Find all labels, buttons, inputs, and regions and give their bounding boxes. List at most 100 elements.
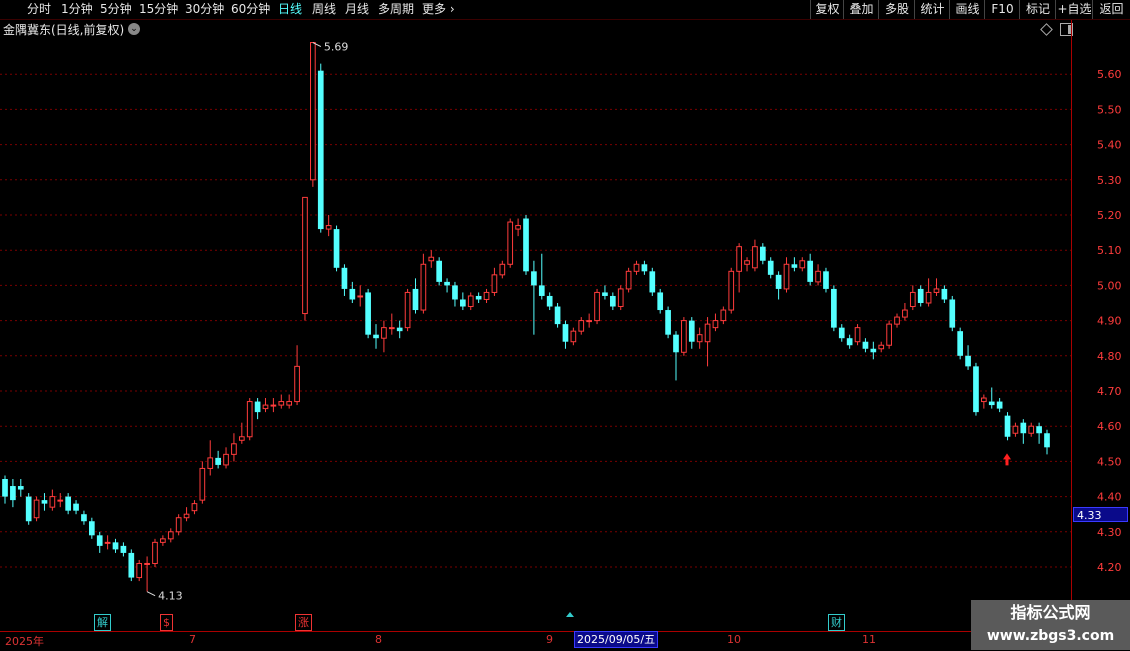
- buy-signal-arrow-icon: [1003, 453, 1011, 466]
- period-tab[interactable]: 分时: [27, 1, 51, 18]
- candle-body: [112, 542, 119, 550]
- candle-body: [507, 221, 514, 265]
- toolbar-button[interactable]: 叠加: [843, 0, 879, 19]
- candle-body: [838, 327, 845, 339]
- period-tab[interactable]: 15分钟: [139, 1, 178, 18]
- candle-body: [973, 366, 979, 413]
- period-tab[interactable]: 1分钟: [61, 1, 93, 18]
- y-tick-label: 4.60: [1097, 420, 1122, 433]
- event-marker[interactable]: 涨: [295, 614, 312, 631]
- candle-body: [317, 70, 324, 230]
- candle-body: [499, 263, 506, 276]
- candle-body: [917, 288, 924, 303]
- event-marker[interactable]: $: [160, 614, 173, 631]
- candle-body: [965, 355, 971, 367]
- candle-body: [333, 229, 340, 268]
- candle-body: [10, 486, 16, 501]
- year-label: 2025年: [5, 635, 44, 648]
- high-annotation: 5.69: [324, 41, 349, 54]
- candle-body: [231, 443, 237, 455]
- cursor-marker-icon: [566, 612, 574, 617]
- candle-body: [310, 42, 316, 181]
- candle-body: [949, 299, 956, 328]
- toolbar-button[interactable]: 多股: [878, 0, 915, 19]
- candle-body: [33, 499, 40, 519]
- candle-body: [546, 295, 553, 307]
- candle-body: [81, 514, 87, 522]
- candle-body: [870, 348, 877, 353]
- period-tab[interactable]: 30分钟: [185, 1, 224, 18]
- period-toolbar: 分时 1分钟 5分钟 15分钟 30分钟 60分钟 日线 周线 月线 多周期 更多 › 复权 叠加 多股统…: [0, 0, 1130, 20]
- y-tick-label: 5.60: [1097, 68, 1122, 81]
- candle-body: [262, 404, 269, 410]
- y-tick-label: 5.40: [1097, 139, 1122, 152]
- candle-body: [578, 320, 585, 332]
- month-label: 10: [727, 633, 741, 646]
- toolbar-button[interactable]: F10: [984, 0, 1020, 19]
- candle-body: [17, 486, 24, 490]
- toolbar-button[interactable]: 标记: [1019, 0, 1056, 19]
- y-tick-label: 5.20: [1097, 209, 1122, 222]
- low-annotation: 4.13: [158, 590, 183, 603]
- current-price-tag: 4.33: [1073, 507, 1128, 522]
- candle-body: [704, 323, 711, 343]
- candle-body: [617, 288, 624, 308]
- period-tab[interactable]: 多周期: [378, 1, 414, 18]
- candle-body: [1012, 425, 1019, 434]
- candle-body: [88, 521, 95, 536]
- toolbar-button[interactable]: 返回: [1092, 0, 1130, 19]
- candle-body: [602, 292, 608, 296]
- month-label: 11: [862, 633, 876, 646]
- candle-body: [854, 327, 861, 343]
- candle-body: [128, 552, 135, 578]
- event-marker[interactable]: 财: [828, 614, 845, 631]
- period-tab[interactable]: 5分钟: [100, 1, 132, 18]
- candle-body: [981, 397, 987, 403]
- candle-body: [144, 562, 150, 565]
- candle-body: [688, 320, 695, 342]
- y-tick-label: 4.40: [1097, 491, 1122, 504]
- period-tab[interactable]: 日线: [278, 1, 302, 18]
- candle-body: [886, 323, 892, 346]
- candle-body: [791, 264, 798, 268]
- period-tab[interactable]: 更多 ›: [422, 1, 455, 18]
- candle-body: [823, 271, 829, 289]
- toolbar-button[interactable]: 统计: [914, 0, 950, 19]
- candle-body: [759, 246, 766, 261]
- watermark: 指标公式网 www.zbgs3.com: [971, 600, 1130, 650]
- candle-body: [957, 331, 964, 356]
- toolbar-button[interactable]: 画线: [949, 0, 985, 19]
- candle-body: [223, 453, 229, 466]
- toolbar-button[interactable]: 复权: [810, 0, 844, 19]
- candle-body: [736, 246, 742, 272]
- cursor-date-box: 2025/09/05/五: [574, 631, 659, 648]
- candle-body: [1020, 422, 1027, 434]
- candle-body: [270, 404, 277, 407]
- candle-body: [594, 291, 600, 322]
- candle-body: [452, 285, 458, 300]
- candle-body: [325, 225, 332, 230]
- toolbar-button[interactable]: +自选: [1055, 0, 1093, 19]
- event-marker[interactable]: 解: [94, 614, 111, 631]
- candle-body: [294, 365, 300, 403]
- candle-body: [562, 324, 569, 342]
- candle-body: [531, 271, 537, 286]
- candle-body: [388, 327, 395, 330]
- candle-body: [96, 535, 103, 546]
- candle-body: [878, 344, 885, 350]
- y-tick-label: 4.50: [1097, 455, 1122, 468]
- period-tab[interactable]: 月线: [345, 1, 369, 18]
- candle-body: [73, 503, 79, 511]
- candle-body: [712, 320, 719, 329]
- month-label: 7: [189, 633, 196, 646]
- period-tab[interactable]: 周线: [312, 1, 336, 18]
- candle-body: [491, 274, 498, 293]
- candle-body: [799, 260, 806, 269]
- candle-body: [41, 500, 48, 504]
- period-tab[interactable]: 60分钟: [231, 1, 270, 18]
- candle-body: [933, 288, 940, 293]
- candlestick-chart[interactable]: 4.20 4.30 4.40 4.50 4.60 4.70 4.80 4.90 5.00 5.10…: [0, 20, 1130, 631]
- candle-body: [483, 291, 490, 300]
- y-tick-label: 5.30: [1097, 174, 1122, 187]
- candle-body: [420, 263, 427, 311]
